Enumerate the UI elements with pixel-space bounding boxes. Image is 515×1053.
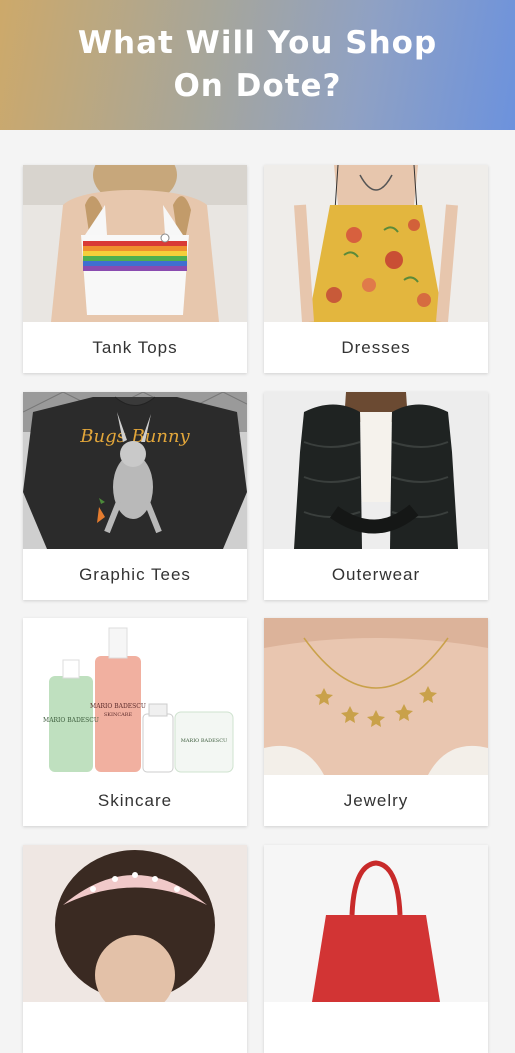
category-card-outerwear[interactable]: Outerwear [264,392,488,600]
brand-label: MARIO BADESCU [43,717,99,724]
category-label: Tank Tops [92,337,178,357]
category-card-graphic-tees[interactable]: Bugs Bunny Graphic Tees [23,392,247,600]
category-label [264,1002,488,1053]
handbag-photo [264,845,488,1002]
category-card-dresses[interactable]: Dresses [264,165,488,373]
page-title: What Will You Shop On Dote? [77,25,438,104]
graphic-tee-photo: Bugs Bunny [23,392,247,549]
category-grid: Tank Tops Dresses Bugs Bunny Graphic Tee… [0,130,515,1053]
category-card-headbands[interactable] [23,845,247,1053]
brand-sub-label: SKINCARE [104,712,133,718]
category-card-handbags[interactable] [264,845,488,1053]
category-label: Jewelry [343,790,409,810]
dress-photo [264,165,488,322]
header-banner: What Will You Shop On Dote? [0,0,515,130]
puffer-jacket-photo [264,392,488,549]
headband-photo [23,845,247,1002]
brand-label: MARIO BADESCU [181,738,228,744]
category-card-jewelry[interactable]: Jewelry [264,618,488,826]
category-label: Graphic Tees [79,564,191,584]
category-label: Skincare [97,790,173,810]
category-card-skincare[interactable]: MARIO BADESCU MARIO BADESCU SKINCARE MAR… [23,618,247,826]
category-label: Dresses [341,337,411,357]
skincare-products-photo: MARIO BADESCU MARIO BADESCU SKINCARE MAR… [23,618,247,775]
category-label [23,1002,247,1053]
category-card-tank-tops[interactable]: Tank Tops [23,165,247,373]
tank-top-photo [23,165,247,322]
brand-label: MARIO BADESCU [90,703,146,710]
necklace-photo [264,618,488,775]
category-label: Outerwear [331,564,421,584]
